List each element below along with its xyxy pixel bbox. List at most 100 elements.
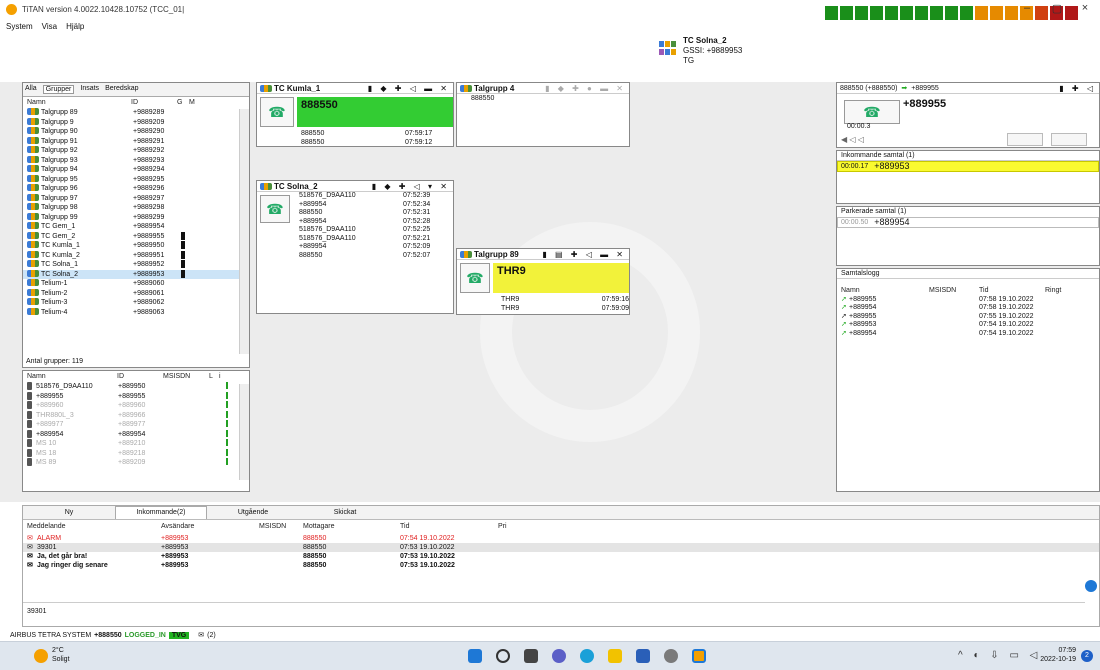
incoming-call-item[interactable]: 00:00.17 +889953 xyxy=(837,160,1099,172)
group-row[interactable]: Talgrupp 99 +9889299 xyxy=(23,212,249,223)
col-m[interactable]: M xyxy=(189,99,201,106)
window-controls[interactable]: ▮ ◆ ✚ ◁ ▬ ✕ xyxy=(368,84,450,93)
member-row[interactable]: MS 18 +889218 xyxy=(23,448,249,459)
settings-icon[interactable] xyxy=(664,649,678,663)
group-row[interactable]: TC Kumla_1 +9889950 xyxy=(23,241,249,251)
window-controls[interactable]: ▮ ◆ ✚ ◁ ▾ ✕ xyxy=(372,182,450,191)
group-row[interactable]: TC Solna_2 +9889953 xyxy=(23,269,249,279)
start-icon[interactable] xyxy=(468,649,482,663)
window-controls[interactable]: ▮ ✚ ◁ xyxy=(1059,84,1096,93)
close-button[interactable]: × xyxy=(1070,2,1100,14)
col-meddelande[interactable]: Meddelande xyxy=(27,520,161,534)
system-tray-icons[interactable]: ^ ◐ ⇩ ▭ ◁ xyxy=(958,650,1041,661)
group-row[interactable]: TC Gem_2 +9889955 xyxy=(23,231,249,242)
group-row[interactable]: Talgrupp 92 +9889292 xyxy=(23,146,249,156)
member-row[interactable]: MS 10 +889210 xyxy=(23,439,249,449)
group-list-scrollbar[interactable] xyxy=(239,109,249,354)
group-row[interactable]: Talgrupp 90 +9889290 xyxy=(23,127,249,137)
clock-date[interactable]: 2022-10-19 xyxy=(1036,656,1076,663)
col-msisdn[interactable]: MSISDN xyxy=(259,520,303,534)
store-icon[interactable] xyxy=(636,649,650,663)
member-list-scrollbar[interactable] xyxy=(239,384,249,480)
edge-icon[interactable] xyxy=(580,649,594,663)
ptt-button[interactable]: ☎ xyxy=(260,195,290,223)
member-row[interactable]: +889955 +889955 xyxy=(23,391,249,402)
private-ptt-button[interactable]: ☎ xyxy=(844,100,900,124)
mail-icon[interactable]: ✉ xyxy=(198,631,204,639)
clock-time[interactable]: 07:59 xyxy=(1040,647,1076,654)
group-row[interactable]: TC Kumla_2 +9889951 xyxy=(23,250,249,261)
group-row[interactable]: Talgrupp 9 +9889209 xyxy=(23,117,249,128)
col-mottagare[interactable]: Mottagare xyxy=(303,520,400,534)
group-row[interactable]: Talgrupp 96 +9889296 xyxy=(23,184,249,194)
group-row[interactable]: Telium-3 +9889062 xyxy=(23,298,249,308)
send-icon[interactable] xyxy=(1085,580,1097,592)
group-row[interactable]: Talgrupp 98 +9889298 xyxy=(23,203,249,213)
col-avsandare[interactable]: Avsändare xyxy=(161,520,259,534)
col-tid[interactable]: Tid xyxy=(400,520,498,534)
group-row[interactable]: Talgrupp 93 +9889293 xyxy=(23,155,249,166)
chat-icon[interactable] xyxy=(552,649,566,663)
minimize-button[interactable]: – xyxy=(1012,2,1042,14)
ptt-button[interactable]: ☎ xyxy=(460,263,490,293)
tab-skickat[interactable]: Skickat xyxy=(299,509,391,516)
member-row[interactable]: +889977 +889977 xyxy=(23,420,249,430)
group-row[interactable]: Talgrupp 95 +9889295 xyxy=(23,174,249,185)
menu-visa[interactable]: Visa xyxy=(42,22,57,31)
message-row[interactable]: ✉ ALARM +889953 888550 07:54 19.10.2022 xyxy=(23,534,1099,543)
notification-badge[interactable]: 2 xyxy=(1081,650,1093,662)
message-row[interactable]: ✉ Ja, det går bra! +889953 888550 07:53 19.1… xyxy=(23,552,1099,561)
tab-grupper[interactable]: Grupper xyxy=(42,85,75,94)
tab-inkommande[interactable]: Inkommande(2) xyxy=(115,506,207,519)
group-row[interactable]: Talgrupp 97 +9889297 xyxy=(23,193,249,204)
col-g[interactable]: G xyxy=(177,99,189,106)
col-log-tid[interactable]: Tid xyxy=(979,287,1045,294)
col-log-ringt[interactable]: Ringt xyxy=(1045,287,1061,294)
group-row[interactable]: TC Solna_1 +9889952 xyxy=(23,260,249,270)
col-namn[interactable]: Namn xyxy=(27,99,131,106)
weather-icon[interactable] xyxy=(34,649,48,663)
col-member-namn[interactable]: Namn xyxy=(27,373,117,380)
col-id[interactable]: ID xyxy=(131,99,177,106)
col-log-namn[interactable]: Namn xyxy=(841,287,929,294)
member-row[interactable]: +889954 +889954 xyxy=(23,429,249,440)
col-member-id[interactable]: ID xyxy=(117,373,163,380)
hangup-button[interactable] xyxy=(1051,133,1087,146)
search-icon[interactable] xyxy=(496,649,510,663)
call-log-row[interactable]: ➚ +889954 07:58 19.10.2022 xyxy=(837,304,1099,313)
col-member-i[interactable]: i xyxy=(219,373,225,380)
member-row[interactable]: +889960 +889960 xyxy=(23,401,249,411)
ptt-button[interactable]: ☎ xyxy=(260,97,294,127)
member-row[interactable]: THR880L_3 +889966 xyxy=(23,410,249,421)
window-controls[interactable]: ▮ ◆ ✚ ● ▬ ✕ xyxy=(545,84,626,93)
parked-call-item[interactable]: 00:00.50 +889954 xyxy=(837,216,1099,228)
menu-hjalp[interactable]: Hjälp xyxy=(66,22,84,31)
tab-ny[interactable]: Ny xyxy=(23,509,115,516)
member-row[interactable]: MS 89 +889209 xyxy=(23,458,249,468)
tab-utgaende[interactable]: Utgående xyxy=(207,509,299,516)
volume-icon[interactable]: ◀ ◁ ◁ xyxy=(841,135,864,144)
call-log-row[interactable]: ➚ +889955 07:58 19.10.2022 xyxy=(837,296,1099,305)
call-log-row[interactable]: ➚ +889955 07:55 19.10.2022 xyxy=(837,313,1099,322)
message-row[interactable]: ✉ 39301 +889953 888550 07:53 19.10.2022 xyxy=(23,543,1099,552)
member-row[interactable]: 518576_D9AA110 +889950 xyxy=(23,382,249,392)
maximize-button[interactable]: ▢ xyxy=(1042,2,1072,15)
group-row[interactable]: TC Gem_1 +9889954 xyxy=(23,222,249,232)
tab-beredskap[interactable]: Beredskap xyxy=(105,85,138,94)
task-view-icon[interactable] xyxy=(524,649,538,663)
tab-alla[interactable]: Alla xyxy=(25,85,37,94)
file-explorer-icon[interactable] xyxy=(608,649,622,663)
call-log-row[interactable]: ➚ +889953 07:54 19.10.2022 xyxy=(837,321,1099,330)
col-pri[interactable]: Pri xyxy=(498,520,507,534)
tab-insats[interactable]: Insats xyxy=(80,85,99,94)
group-row[interactable]: Telium-2 +9889061 xyxy=(23,288,249,299)
message-row[interactable]: ✉ Jag ringer dig senare +889953 888550 07:53… xyxy=(23,561,1099,570)
group-row[interactable]: Telium-4 +9889063 xyxy=(23,307,249,318)
group-row[interactable]: Telium-1 +9889060 xyxy=(23,279,249,289)
window-controls[interactable]: ▮ ▤ ✚ ◁ ▬ ✕ xyxy=(542,250,626,259)
col-log-msisdn[interactable]: MSISDN xyxy=(929,287,979,294)
group-row[interactable]: Talgrupp 94 +9889294 xyxy=(23,165,249,175)
titan-app-icon[interactable] xyxy=(692,649,706,663)
col-member-l[interactable]: L xyxy=(209,373,219,380)
call-log-row[interactable]: ➚ +889954 07:54 19.10.2022 xyxy=(837,330,1099,339)
